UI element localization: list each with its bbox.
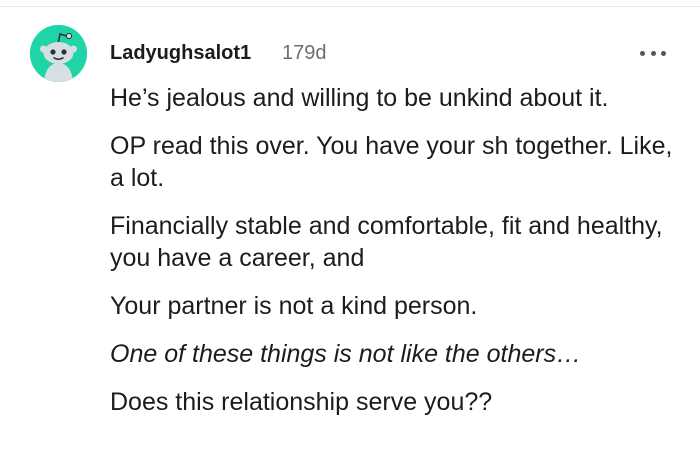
more-dot [650,50,656,56]
comment-age: 179d [282,42,327,64]
comment-paragraph: OP read this over. You have your sh toge… [110,132,673,192]
comment-paragraph: Does this relationship serve you?? [110,388,493,416]
snoo-avatar-icon[interactable] [30,25,87,82]
more-dot [640,50,645,56]
comment-paragraph: Financially stable and comfortable, fit … [110,212,663,272]
comment-author[interactable]: Ladyughsalot1 [110,40,251,66]
more-options-icon[interactable] [640,42,666,64]
comment-paragraph-italic: One of these things is not like the othe… [110,340,582,368]
comment-body: He’s jealous and willing to be unkind ab… [110,82,685,434]
comment-paragraph: He’s jealous and willing to be unkind ab… [110,84,609,112]
more-dot [661,50,666,56]
comment: Ladyughsalot1 179d He’s jealous and will… [0,0,700,452]
comment-paragraph: Your partner is not a kind person. [110,292,478,320]
